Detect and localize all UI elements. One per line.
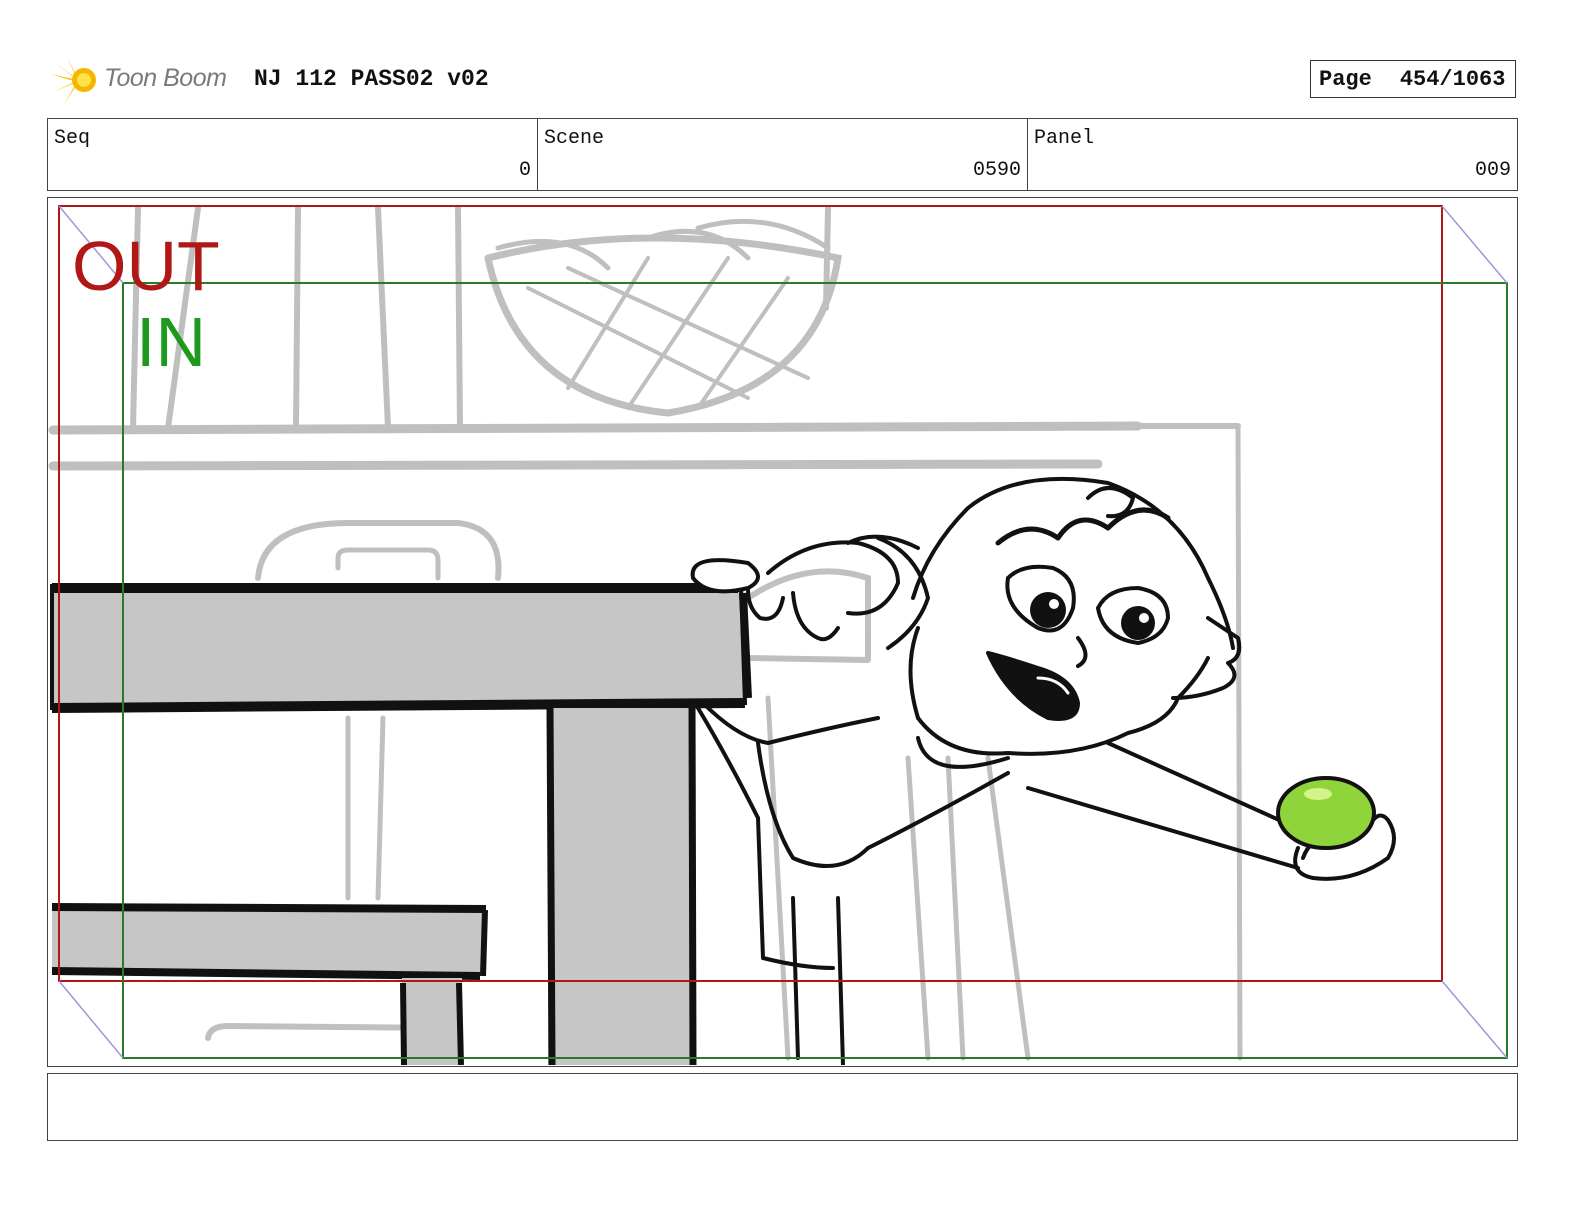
info-row: Seq 0 Scene 0590 Panel 009 [47, 118, 1518, 191]
apple-drawing [1276, 776, 1376, 850]
panel-value: 009 [1474, 159, 1511, 182]
bench-drawing [51, 903, 488, 1065]
page-value: 454/1063 [1399, 66, 1506, 92]
panel-drawing: OUT IN [48, 205, 1508, 1065]
notes-area [47, 1073, 1518, 1141]
character-drawing [690, 476, 1396, 1065]
panel-cell: Panel 009 [1028, 119, 1517, 190]
seq-cell: Seq 0 [48, 119, 538, 190]
sunburst-icon [50, 56, 96, 104]
scene-cell: Scene 0590 [538, 119, 1028, 190]
document-title: NJ 112 PASS02 v02 [254, 66, 489, 92]
toon-boom-logo: Toon Boom [50, 52, 240, 108]
seq-value: 0 [518, 159, 531, 182]
scene-value: 0590 [972, 159, 1021, 182]
out-label: OUT [72, 227, 220, 305]
panel-label: Panel [1034, 127, 1095, 150]
table-drawing [50, 583, 752, 1065]
logo-text: Toon Boom [104, 64, 227, 92]
scene-label: Scene [544, 127, 605, 150]
in-label: IN [136, 303, 206, 381]
seq-label: Seq [54, 127, 91, 150]
page-label: Page [1319, 66, 1372, 92]
storyboard-panel: OUT IN [47, 197, 1518, 1067]
page-indicator: Page 454/1063 [1310, 60, 1516, 98]
